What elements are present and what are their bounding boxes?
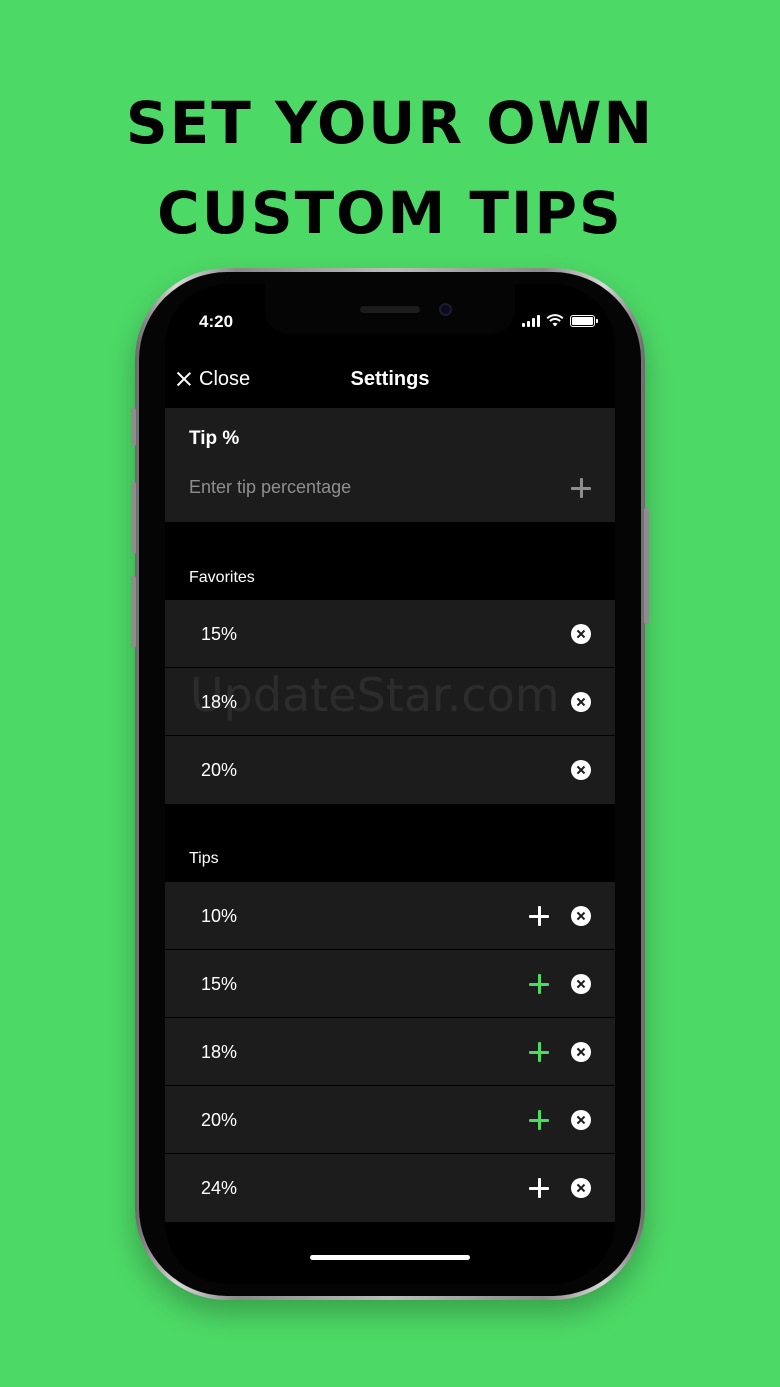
add-favorite-icon[interactable] [529, 974, 549, 994]
add-favorite-icon[interactable] [529, 1110, 549, 1130]
tips-header: Tips [189, 850, 219, 867]
silent-switch [131, 408, 136, 446]
add-favorite-icon[interactable] [529, 1178, 549, 1198]
headline: SET YOUR OWN CUSTOM TIPS [0, 78, 780, 258]
cellular-signal-icon [522, 314, 540, 327]
favorite-row: 15% [165, 600, 615, 668]
tip-row: 20% [165, 1086, 615, 1154]
wifi-icon [546, 314, 564, 327]
remove-tip-icon[interactable] [571, 906, 591, 926]
tip-row: 24% [165, 1154, 615, 1222]
favorite-row: 20% [165, 736, 615, 804]
headline-line-1: SET YOUR OWN [125, 89, 655, 157]
notch [265, 284, 515, 334]
remove-tip-icon[interactable] [571, 1110, 591, 1130]
tip-row: 15% [165, 950, 615, 1018]
tip-row: 10% [165, 882, 615, 950]
status-icons [522, 314, 598, 327]
tip-row-label: 10% [201, 906, 238, 926]
nav-bar: Close Settings [165, 364, 615, 394]
add-favorite-icon[interactable] [529, 906, 549, 926]
remove-favorite-icon[interactable] [571, 624, 591, 644]
volume-down-button [131, 576, 136, 648]
battery-icon [570, 314, 598, 327]
power-button [644, 508, 649, 624]
speaker-grille [360, 306, 420, 313]
headline-line-2: CUSTOM TIPS [157, 179, 623, 247]
add-favorite-icon[interactable] [529, 1042, 549, 1062]
tip-percentage-input[interactable] [189, 472, 529, 502]
remove-tip-icon[interactable] [571, 1042, 591, 1062]
home-indicator[interactable] [310, 1255, 470, 1260]
tip-row: 18% [165, 1018, 615, 1086]
tip-row-label: 24% [201, 1178, 238, 1198]
front-camera [439, 303, 452, 316]
watermark: UpdateStar.com [190, 668, 560, 722]
favorite-label: 15% [201, 624, 238, 644]
remove-favorite-icon[interactable] [571, 760, 591, 780]
favorites-header: Favorites [189, 569, 255, 586]
tip-row-label: 20% [201, 1110, 238, 1130]
add-tip-button[interactable] [571, 478, 591, 498]
page-title: Settings [350, 368, 430, 390]
volume-up-button [131, 482, 136, 554]
tip-label: Tip % [189, 428, 240, 449]
tip-row-label: 15% [201, 974, 238, 994]
tip-row-label: 18% [201, 1042, 238, 1062]
tip-entry-card: Tip % [165, 408, 615, 522]
remove-tip-icon[interactable] [571, 974, 591, 994]
phone-screen: 4:20 Close Settings Tip % Favorites 15% … [165, 284, 615, 1284]
remove-favorite-icon[interactable] [571, 692, 591, 712]
status-time: 4:20 [199, 312, 234, 331]
remove-tip-icon[interactable] [571, 1178, 591, 1198]
favorite-label: 20% [201, 760, 238, 780]
